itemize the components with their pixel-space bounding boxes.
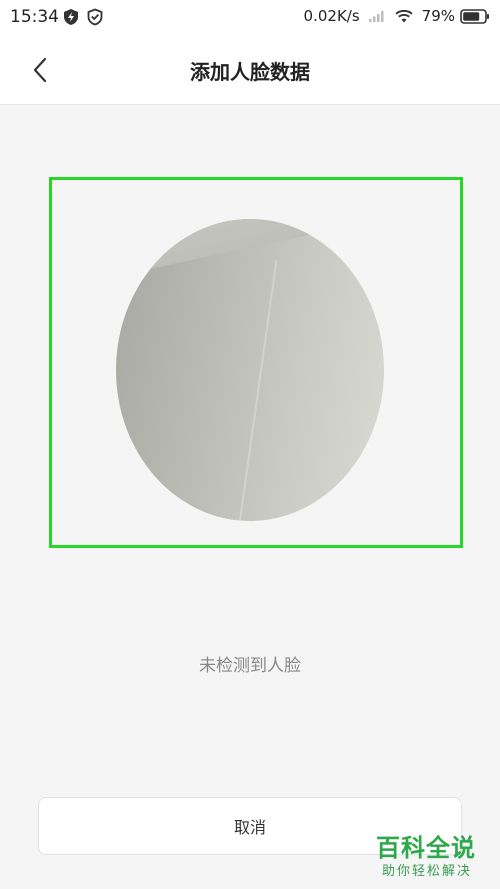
page-title: 添加人脸数据: [190, 60, 310, 84]
shield-check-icon: [87, 8, 103, 26]
signal-icon: [368, 11, 384, 22]
status-right-group: 0.02K/s 79%: [304, 7, 490, 25]
status-time: 15:34: [10, 7, 59, 27]
status-bar: 15:34 0.02K/s 79%: [0, 0, 500, 36]
watermark-main-text: 百科全说: [376, 834, 476, 862]
battery-percent: 79%: [421, 7, 455, 25]
wifi-icon: [395, 9, 413, 23]
battery-icon: [460, 8, 489, 24]
watermark-sub-text: 助你轻松解决: [382, 864, 473, 879]
camera-preview-crease: [236, 260, 278, 521]
lightning-shield-icon: [64, 9, 78, 25]
watermark: 百科全说 助你轻松解决: [362, 826, 494, 884]
navigation-bar: 添加人脸数据: [0, 36, 500, 105]
network-speed: 0.02K/s: [303, 7, 360, 25]
detection-status-text: 未检测到人脸: [199, 656, 301, 676]
camera-preview: [116, 219, 384, 521]
